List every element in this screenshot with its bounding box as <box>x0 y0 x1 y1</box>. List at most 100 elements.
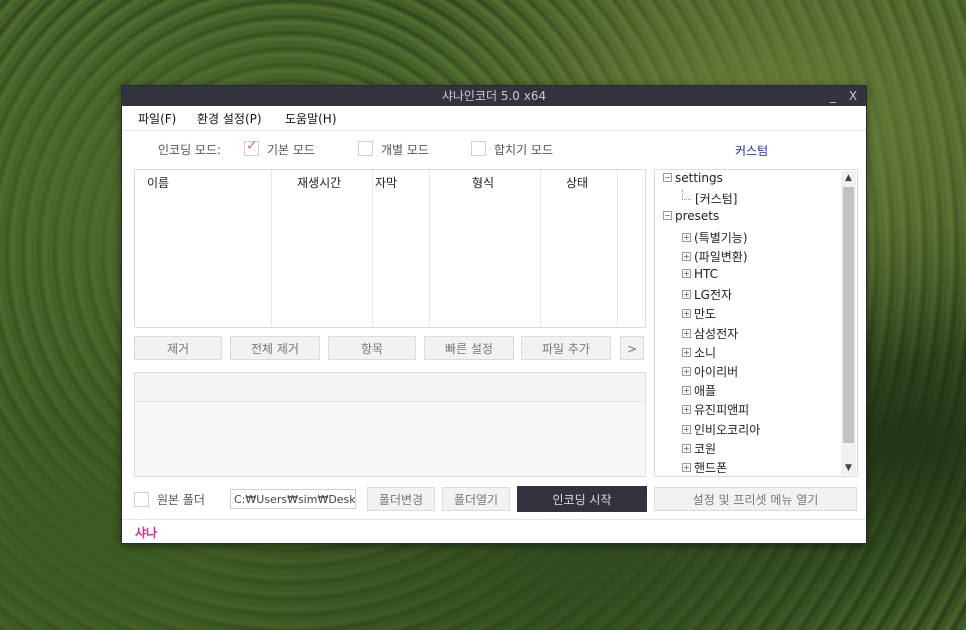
tree-node[interactable]: + 유진피앤피 <box>682 401 749 420</box>
collapse-icon[interactable]: − <box>663 173 672 182</box>
file-list-table[interactable]: 이름 재생시간 자막 형식 상태 <box>134 169 646 328</box>
tree-node-label: LG전자 <box>694 288 733 303</box>
expand-icon[interactable]: + <box>682 251 691 261</box>
tree-node-label: 인비오코리아 <box>694 422 761 437</box>
remove-all-button[interactable]: 전체 제거 <box>230 336 320 360</box>
start-encoding-button[interactable]: 인코딩 시작 <box>517 486 647 512</box>
tree-node[interactable]: + 애플 <box>682 382 716 401</box>
source-folder-label[interactable]: 원본 폴더 <box>157 491 205 508</box>
tree-node-label: 핸드폰 <box>694 461 728 475</box>
column-status[interactable]: 상태 <box>541 170 618 326</box>
column-duration[interactable]: 재생시간 <box>272 170 373 326</box>
title-bar[interactable]: 샤나인코더 5.0 x64 _ X <box>122 86 866 106</box>
minimize-button[interactable]: _ <box>824 86 842 106</box>
check-mark-icon: ✓ <box>246 138 258 154</box>
log-panel-header <box>135 373 645 402</box>
quick-settings-button[interactable]: 빠른 설정 <box>424 336 514 360</box>
expand-icon[interactable]: + <box>682 386 691 396</box>
tree-node[interactable]: + 삼성전자 <box>682 325 738 344</box>
tree-node-label: 애플 <box>694 384 717 399</box>
shana-encoder-window: 샤나인코더 5.0 x64 _ X 파일(F) 환경 설정(P) 도움말(H) … <box>121 85 867 544</box>
item-button[interactable]: 항목 <box>328 336 416 360</box>
tree-node-label: 만도 <box>694 307 717 322</box>
expand-icon[interactable]: + <box>682 309 691 319</box>
tree-node-label: [커스텀] <box>695 192 738 207</box>
tree-node[interactable]: + (파일변환) <box>682 248 748 267</box>
tree-node-label: settings <box>675 171 723 185</box>
tree-node-label: 삼성전자 <box>694 326 739 341</box>
expand-icon[interactable]: + <box>682 367 691 376</box>
column-name-label: 이름 <box>147 176 170 190</box>
column-name[interactable]: 이름 <box>135 170 272 326</box>
tree-node[interactable]: + 만도 <box>682 305 716 324</box>
open-settings-menu-button[interactable]: 설정 및 프리셋 메뉴 열기 <box>654 487 857 511</box>
preset-tree[interactable]: − settings [커스텀] − presets + (특별기능) + (파일변환) + HTC… <box>654 169 858 477</box>
tree-node-label: HTC <box>694 267 719 281</box>
tree-node[interactable]: + 아이리버 <box>682 363 738 382</box>
tree-connector-icon <box>682 190 691 201</box>
tree-node[interactable]: + 소니 <box>682 344 716 363</box>
open-folder-button[interactable]: 폴더열기 <box>442 487 510 511</box>
custom-preset-link[interactable]: 커스텀 <box>735 142 768 159</box>
menu-bar: 파일(F) 환경 설정(P) 도움말(H) <box>122 106 866 131</box>
tree-scrollbar[interactable]: ▲ ▼ <box>841 171 856 475</box>
expand-icon[interactable]: + <box>682 347 691 357</box>
add-file-button[interactable]: 파일 추가 <box>521 336 611 360</box>
tree-node-label: (특별기능) <box>694 230 748 245</box>
expand-icon[interactable]: + <box>682 405 691 415</box>
scroll-down-icon[interactable]: ▼ <box>841 463 856 473</box>
tree-node[interactable]: + (특별기능) <box>682 229 748 248</box>
scroll-thumb[interactable] <box>843 187 854 443</box>
expand-icon[interactable]: + <box>682 328 691 338</box>
column-duration-label: 재생시간 <box>297 176 342 190</box>
bottom-toolbar: 원본 폴더 C:₩Users₩sim₩Desk 폴더변경 폴더열기 인코딩 시작… <box>122 486 866 513</box>
tree-node[interactable]: + LG전자 <box>682 286 732 305</box>
tree-node[interactable]: + HTC <box>682 267 718 286</box>
source-folder-checkbox[interactable] <box>134 492 149 507</box>
expand-icon[interactable]: + <box>682 443 691 453</box>
remove-button[interactable]: 제거 <box>134 336 222 360</box>
tree-node[interactable]: − presets <box>663 209 719 228</box>
basic-mode-checkbox[interactable]: ✓ <box>244 138 259 156</box>
tree-node[interactable]: + 인비오코리아 <box>682 421 760 440</box>
tree-node-label: (파일변환) <box>694 249 748 264</box>
scroll-up-icon[interactable]: ▲ <box>841 173 856 183</box>
tree-node-label: 소니 <box>694 345 717 360</box>
status-bar: 샤나 <box>122 519 866 543</box>
tree-node-label: presets <box>675 209 720 224</box>
close-button[interactable]: X <box>844 86 862 106</box>
tree-node-label: 유진피앤피 <box>694 403 750 418</box>
tree-node-label: 아이리버 <box>694 365 739 379</box>
tree-node[interactable]: + 핸드폰 <box>682 459 728 476</box>
tree-node[interactable]: + 코원 <box>682 440 716 459</box>
expand-icon[interactable]: + <box>682 232 691 242</box>
column-status-label: 상태 <box>566 176 589 190</box>
status-text: 샤나 <box>135 526 158 540</box>
output-path-field[interactable]: C:₩Users₩sim₩Desk <box>230 489 356 509</box>
tree-node[interactable]: [커스텀] <box>682 190 737 209</box>
log-panel <box>134 372 646 477</box>
encoding-mode-label: 인코딩 모드: <box>158 143 222 157</box>
expand-icon[interactable]: + <box>682 424 691 434</box>
menu-help[interactable]: 도움말(H) <box>285 110 337 127</box>
tree-node-label: 코원 <box>694 441 717 456</box>
menu-settings[interactable]: 환경 설정(P) <box>197 110 262 127</box>
basic-mode-label[interactable]: 기본 모드 <box>267 141 315 158</box>
collapse-icon[interactable]: − <box>663 211 672 221</box>
individual-mode-checkbox[interactable] <box>358 141 373 156</box>
merge-mode-checkbox[interactable] <box>471 141 486 156</box>
expand-icon[interactable]: + <box>682 269 691 278</box>
more-button[interactable]: > <box>620 336 644 360</box>
column-subtitle[interactable]: 자막 <box>373 170 430 326</box>
individual-mode-label[interactable]: 개별 모드 <box>381 141 429 158</box>
window-title: 샤나인코더 5.0 x64 <box>441 89 547 103</box>
change-folder-button[interactable]: 폴더변경 <box>367 487 435 511</box>
merge-mode-label[interactable]: 합치기 모드 <box>494 141 553 158</box>
column-format-label: 형식 <box>472 176 495 190</box>
tree-node[interactable]: − settings <box>663 171 723 190</box>
expand-icon[interactable]: + <box>682 463 691 472</box>
column-format[interactable]: 형식 <box>430 170 541 326</box>
expand-icon[interactable]: + <box>682 290 691 300</box>
column-subtitle-label: 자막 <box>375 176 398 190</box>
menu-file[interactable]: 파일(F) <box>138 110 176 127</box>
